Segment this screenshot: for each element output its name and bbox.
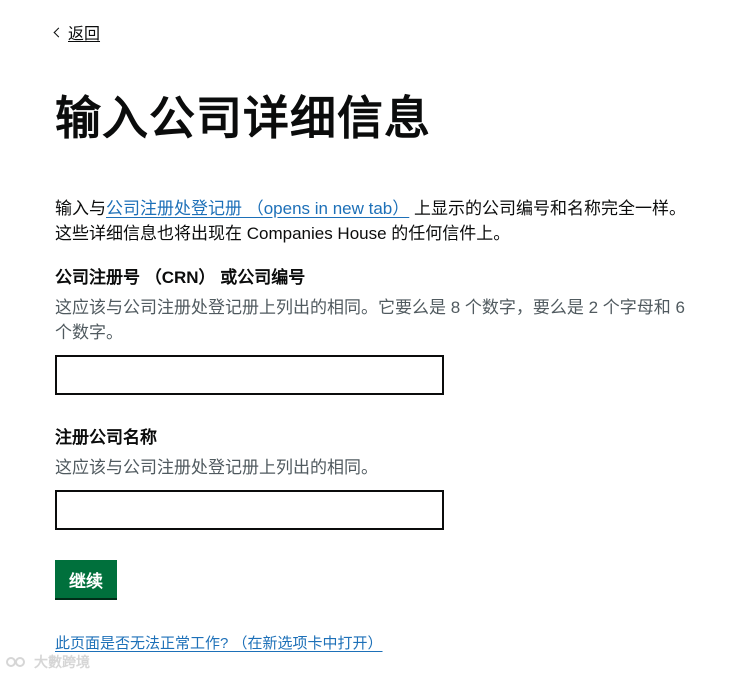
- company-name-input[interactable]: [55, 490, 444, 530]
- crn-label: 公司注册号 （CRN） 或公司编号: [55, 268, 306, 287]
- companies-register-link[interactable]: 公司注册处登记册 （opens in new tab）: [106, 199, 409, 218]
- watermark: 大數跨境: [6, 652, 90, 672]
- page-problem-link[interactable]: 此页面是否无法正常工作? （在新选项卡中打开）: [55, 632, 383, 653]
- company-name-label: 注册公司名称: [55, 428, 157, 447]
- page-title: 输入公司详细信息: [55, 92, 431, 144]
- back-link[interactable]: 返回: [68, 20, 100, 44]
- crn-input[interactable]: [55, 355, 444, 395]
- intro-text: 输入与公司注册处登记册 （opens in new tab） 上显示的公司编号和…: [55, 196, 695, 246]
- chevron-left-icon: [53, 27, 64, 37]
- company-name-hint: 这应该与公司注册处登记册上列出的相同。: [55, 458, 378, 477]
- page: 返回 输入公司详细信息 输入与公司注册处登记册 （opens in new ta…: [0, 0, 729, 678]
- continue-button[interactable]: 继续: [55, 560, 117, 598]
- back-link-group[interactable]: 返回: [53, 20, 100, 44]
- crn-hint: 这应该与公司注册处登记册上列出的相同。它要么是 8 个数字，要么是 2 个字母和…: [55, 298, 685, 342]
- watermark-text: 大數跨境: [34, 654, 90, 670]
- intro-before: 输入与: [55, 199, 106, 218]
- watermark-logo-icon: [6, 655, 28, 669]
